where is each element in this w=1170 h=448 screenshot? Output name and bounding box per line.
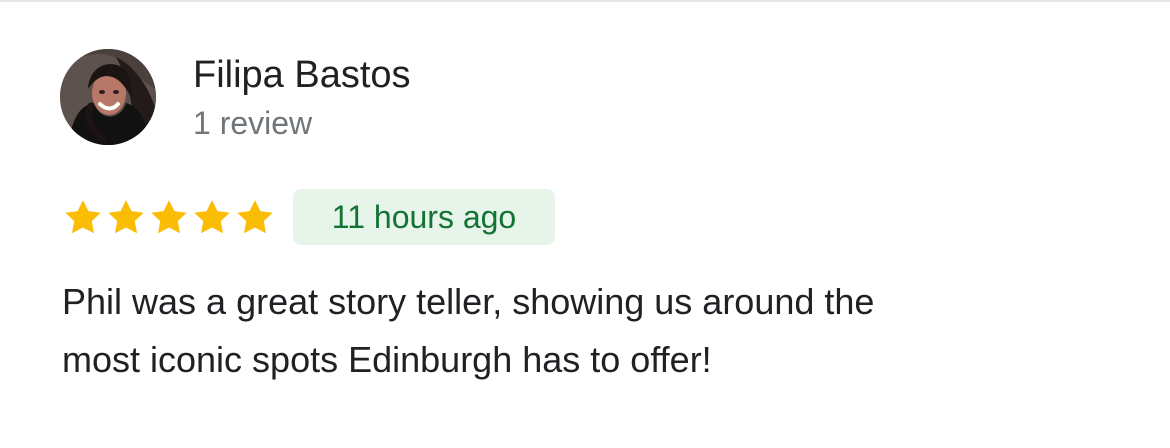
star-rating	[62, 196, 276, 240]
star-icon	[237, 200, 273, 234]
star-icon	[65, 200, 101, 234]
reviewer-name[interactable]: Filipa Bastos	[193, 52, 411, 98]
time-ago-badge: 11 hours ago	[293, 189, 555, 245]
time-ago-text: 11 hours ago	[331, 199, 517, 235]
star-icon	[108, 200, 144, 234]
review-text-line-2: most iconic spots Edinburgh has to offer…	[62, 339, 712, 380]
review-text: Phil was a great story teller, showing u…	[62, 273, 1122, 389]
review-count[interactable]: 1 review	[193, 103, 312, 143]
review-card: Filipa Bastos 1 review 11 hours ago Phil…	[0, 0, 1170, 448]
avatar[interactable]	[60, 49, 156, 145]
star-icon	[194, 200, 230, 234]
review-text-line-1: Phil was a great story teller, showing u…	[62, 281, 875, 322]
star-icon	[151, 200, 187, 234]
